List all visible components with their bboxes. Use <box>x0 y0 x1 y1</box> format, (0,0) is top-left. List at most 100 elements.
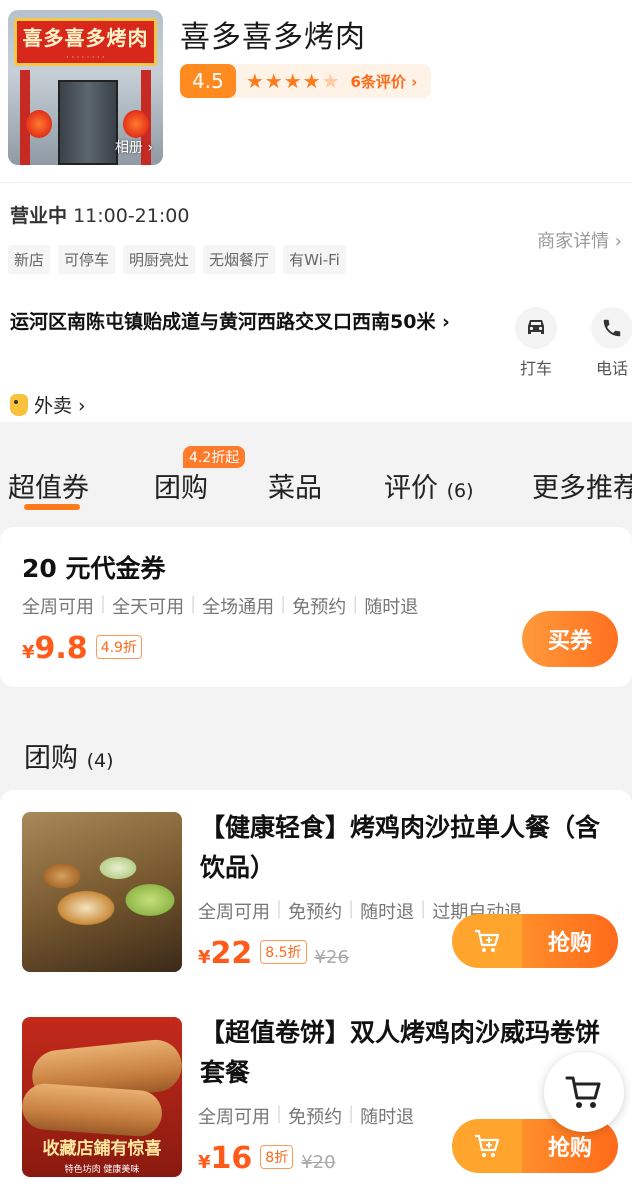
active-tab-indicator <box>24 504 80 510</box>
phone-icon <box>591 307 632 349</box>
shop-header: 喜多喜多烤肉 · · · · · · · · 相册 › 喜多喜多烤肉 4.5 ★… <box>0 0 632 182</box>
image-banner-subtext: 特色坊肉 健康美味 <box>64 1165 140 1175</box>
deal-buy-button[interactable]: 抢购 <box>452 914 618 968</box>
star-icon: ★ <box>283 69 302 93</box>
review-count-link[interactable]: 6条评价 › <box>351 71 418 92</box>
phone-button[interactable]: 电话 <box>582 307 632 379</box>
divider: | <box>276 898 283 919</box>
group-buy-list: 【健康轻食】烤鸡肉沙拉单人餐（含饮品） 全周可用 | 免预约 | 随时退 | 过… <box>0 790 632 1200</box>
currency-symbol: ¥ <box>22 642 35 663</box>
deal-title: 【健康轻食】烤鸡肉沙拉单人餐（含饮品） <box>200 813 601 882</box>
shop-sign-text: 喜多喜多烤肉 <box>22 26 149 50</box>
takeout-rabbit-icon <box>10 393 28 416</box>
star-icon: ★ <box>245 69 264 93</box>
tab-reviews[interactable]: 评价 (6) <box>384 466 474 505</box>
divider: | <box>100 593 107 614</box>
deal-attr: 随时退 <box>360 902 415 923</box>
facility-tag: 可停车 <box>58 245 116 274</box>
voucher-card[interactable]: 20 元代金券 全周可用 | 全天可用 | 全场通用 | 免预约 | 随时退 ¥… <box>0 527 632 687</box>
tab-vouchers[interactable]: 超值券 <box>8 466 89 505</box>
merchant-detail-link[interactable]: 商家详情 › <box>537 227 622 253</box>
group-buy-heading: 团购 (4) <box>24 736 114 775</box>
deal-price: 22 <box>210 936 253 971</box>
tab-label: 更多推荐 <box>532 473 632 504</box>
image-banner-text: 收藏店鋪有惊喜 <box>42 1139 162 1159</box>
wrap-roll <box>22 1082 164 1138</box>
deal-attr: 全周可用 <box>198 1107 270 1128</box>
flower-basket-left <box>26 110 52 138</box>
voucher-attr: 全周可用 <box>22 597 94 618</box>
business-status: 营业中 <box>10 205 68 227</box>
shop-door <box>58 80 118 165</box>
original-price: ¥20 <box>301 1152 336 1173</box>
wrap-photo: 收藏店鋪有惊喜 特色坊肉 健康美味 <box>22 1017 182 1177</box>
deal-attr: 免预约 <box>288 902 343 923</box>
deal-image[interactable] <box>22 812 182 972</box>
taxi-button[interactable]: 打车 <box>506 307 566 379</box>
discount-badge: 8折 <box>260 1145 294 1169</box>
deal-item[interactable]: 收藏店鋪有惊喜 特色坊肉 健康美味 【超值卷饼】双人烤鸡肉沙威玛卷饼套餐 全周可… <box>0 995 632 1185</box>
flower-basket-right <box>123 110 149 138</box>
group-buy-count: (4) <box>86 750 114 772</box>
car-icon <box>515 307 557 349</box>
rating-stars: ★ ★ ★ ★ ★ <box>246 71 341 91</box>
rating-row[interactable]: 4.5 ★ ★ ★ ★ ★ 6条评价 › <box>180 64 432 98</box>
shop-sign: 喜多喜多烤肉 · · · · · · · · <box>14 18 157 66</box>
divider: | <box>348 1103 355 1124</box>
tab-dishes[interactable]: 菜品 <box>268 466 322 505</box>
voucher-attr: 随时退 <box>364 597 419 618</box>
divider: | <box>352 593 359 614</box>
divider: | <box>190 593 197 614</box>
group-discount-badge: 4.2折起 <box>183 446 246 468</box>
deal-attr: 随时退 <box>360 1107 415 1128</box>
tab-label: 评价 <box>384 473 438 504</box>
album-link[interactable]: 相册 › <box>115 137 153 157</box>
voucher-price-row: ¥ 9.8 4.9折 <box>22 631 142 666</box>
section-tabs: 4.2折起 超值券 团购 菜品 评价 (6) 更多推荐 <box>0 436 632 512</box>
star-icon: ★ <box>302 69 321 93</box>
buy-voucher-button[interactable]: 买券 <box>522 611 618 667</box>
salad-photo <box>22 812 182 972</box>
taxi-label: 打车 <box>519 359 552 378</box>
voucher-title: 20 元代金券 <box>22 554 166 583</box>
add-to-cart-icon[interactable] <box>452 1119 522 1173</box>
original-price: ¥26 <box>314 947 349 968</box>
takeout-link[interactable]: 外卖 › <box>10 391 86 418</box>
voucher-attr: 免预约 <box>292 597 347 618</box>
business-time: 11:00-21:00 <box>73 205 190 227</box>
divider: | <box>420 898 427 919</box>
voucher-attr: 全天可用 <box>112 597 185 618</box>
deal-item[interactable]: 【健康轻食】烤鸡肉沙拉单人餐（含饮品） 全周可用 | 免预约 | 随时退 | 过… <box>0 790 632 980</box>
discount-badge: 8.5折 <box>260 940 307 964</box>
tab-group-buy[interactable]: 团购 <box>154 466 208 505</box>
voucher-price: 9.8 <box>34 631 88 666</box>
deal-attr: 全周可用 <box>198 902 270 923</box>
business-hours: 营业中 11:00-21:00 <box>10 201 189 228</box>
address-link[interactable]: 运河区南陈屯镇贻成道与黄河西路交叉口西南50米 › <box>10 305 450 339</box>
floating-cart-button[interactable] <box>544 1052 624 1132</box>
facility-tags: 新店 可停车 明厨亮灶 无烟餐厅 有Wi-Fi <box>8 245 354 274</box>
voucher-attributes: 全周可用 | 全天可用 | 全场通用 | 免预约 | 随时退 <box>22 593 418 619</box>
add-to-cart-icon[interactable] <box>452 914 522 968</box>
deal-attr: 免预约 <box>288 1107 343 1128</box>
takeout-label: 外卖 › <box>34 395 86 417</box>
divider: | <box>348 898 355 919</box>
voucher-attr: 全场通用 <box>202 597 275 618</box>
discount-badge: 4.9折 <box>95 635 142 659</box>
currency-symbol: ¥ <box>198 947 211 968</box>
tab-label: 超值券 <box>8 473 89 504</box>
facility-tag: 有Wi-Fi <box>283 245 346 274</box>
grab-deal-button[interactable]: 抢购 <box>522 914 618 968</box>
deal-image[interactable]: 收藏店鋪有惊喜 特色坊肉 健康美味 <box>22 1017 182 1177</box>
shop-name: 喜多喜多烤肉 <box>180 20 366 55</box>
shopping-cart-icon <box>565 1076 601 1108</box>
half-star-icon: ★ <box>321 69 340 93</box>
rating-score: 4.5 <box>180 64 236 98</box>
facility-tag: 新店 <box>8 245 51 274</box>
shop-photo[interactable]: 喜多喜多烤肉 · · · · · · · · 相册 › <box>8 10 163 165</box>
facility-tag: 明厨亮灶 <box>123 245 196 274</box>
shop-sign-subtext: · · · · · · · · <box>66 53 105 62</box>
group-buy-title: 团购 <box>24 743 78 774</box>
star-icon: ★ <box>264 69 283 93</box>
tab-more-recommendations[interactable]: 更多推荐 <box>532 466 632 505</box>
